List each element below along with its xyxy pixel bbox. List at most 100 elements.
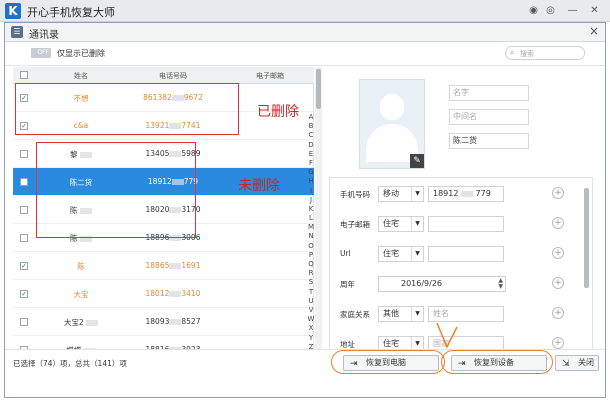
- show-deleted-toggle[interactable]: OFF: [31, 48, 51, 58]
- form-scrollbar[interactable]: [584, 188, 589, 288]
- url-type-select[interactable]: 住宅 ▼: [378, 246, 424, 262]
- url-field[interactable]: [428, 246, 504, 262]
- alphabet-index-letter[interactable]: O: [307, 242, 315, 251]
- email-type-select[interactable]: 住宅 ▼: [378, 216, 424, 232]
- list-scrollbar[interactable]: [315, 67, 322, 369]
- dialog-title: 通讯录: [29, 30, 59, 41]
- row-checkbox[interactable]: ✓: [20, 290, 28, 298]
- middle-name-field[interactable]: 中间名: [449, 109, 529, 125]
- first-name-field[interactable]: 名字: [449, 85, 529, 101]
- chevron-down-icon: ▼: [411, 187, 423, 201]
- date-spinner-icon[interactable]: ▲ ▼: [498, 278, 503, 290]
- alphabet-index-letter[interactable]: E: [307, 150, 315, 159]
- deleted-annotation-box: [15, 83, 239, 135]
- contact-phone: 18865 1691: [123, 261, 223, 270]
- toolbar: OFF 仅显示已删除 ⌕ 搜索: [5, 42, 605, 66]
- alphabet-index-letter[interactable]: P: [307, 251, 315, 260]
- add-email-icon[interactable]: +: [552, 217, 564, 229]
- deleted-annotation-label: 已删除: [257, 104, 299, 120]
- row-checkbox[interactable]: [20, 178, 28, 186]
- add-anniversary-icon[interactable]: +: [552, 277, 564, 289]
- family-name-field[interactable]: 姓名: [428, 306, 504, 322]
- contact-name: 大宝2: [43, 317, 119, 328]
- alphabet-index-letter[interactable]: I: [307, 187, 315, 196]
- phone-value: 18912: [433, 189, 459, 198]
- anniversary-date-field[interactable]: 2016/9/26 ▲ ▼: [378, 276, 506, 292]
- address-type-value: 住宅: [383, 339, 399, 348]
- close-button[interactable]: ⇲ 关闭: [555, 355, 599, 371]
- alphabet-index-letter[interactable]: K: [307, 205, 315, 214]
- highlight-connector: [436, 323, 458, 349]
- phone-type-select[interactable]: 移动 ▼: [378, 186, 424, 202]
- app-title: 开心手机恢复大师: [27, 6, 115, 19]
- alphabet-index-letter[interactable]: D: [307, 141, 315, 150]
- dialog-close-icon[interactable]: ×: [589, 24, 599, 38]
- phone-field[interactable]: 18912 779: [428, 186, 504, 202]
- family-type-select[interactable]: 其他 ▼: [378, 306, 424, 322]
- row-checkbox[interactable]: [20, 318, 28, 326]
- search-icon: ⌕: [510, 48, 515, 57]
- table-row[interactable]: 大宝2 18093 8527: [13, 308, 314, 336]
- alphabet-index-letter[interactable]: W: [307, 315, 315, 324]
- app-titlebar: K 开心手机恢复大师 ◉ ◎ — ✕: [0, 0, 610, 22]
- close-window-icon[interactable]: ✕: [588, 4, 601, 17]
- alphabet-index-letter[interactable]: Q: [307, 260, 315, 269]
- alphabet-index-letter[interactable]: L: [307, 214, 315, 223]
- show-deleted-label: 仅显示已删除: [57, 49, 105, 58]
- alphabet-index-letter[interactable]: R: [307, 269, 315, 278]
- phone-label: 手机号码: [340, 190, 370, 199]
- last-name-field[interactable]: 陈二货: [449, 133, 529, 149]
- add-phone-icon[interactable]: +: [552, 187, 564, 199]
- alphabet-index-letter[interactable]: T: [307, 288, 315, 297]
- column-header-name[interactable]: 姓名: [43, 71, 119, 81]
- select-all-checkbox[interactable]: [20, 71, 28, 79]
- row-checkbox[interactable]: [20, 234, 28, 242]
- alphabet-index-letter[interactable]: V: [307, 306, 315, 315]
- column-header-email[interactable]: 电子邮箱: [226, 71, 314, 81]
- contact-name-text: 大宝2: [63, 318, 84, 327]
- row-checkbox[interactable]: ✓: [20, 262, 28, 270]
- column-header-phone[interactable]: 电话号码: [123, 71, 223, 81]
- phone-prefix: 18012: [145, 289, 170, 298]
- minimize-icon[interactable]: —: [566, 4, 579, 17]
- redacted-digits: [169, 263, 182, 269]
- alphabet-index-letter[interactable]: F: [307, 159, 315, 168]
- row-checkbox[interactable]: [20, 206, 28, 214]
- dialog-header: ☰ 通讯录 ×: [5, 23, 605, 42]
- alphabet-index-letter[interactable]: U: [307, 297, 315, 306]
- search-input[interactable]: ⌕ 搜索: [505, 46, 585, 60]
- alphabet-index-letter[interactable]: X: [307, 324, 315, 333]
- alphabet-index-letter[interactable]: Y: [307, 334, 315, 343]
- family-type-value: 其他: [383, 309, 399, 318]
- alphabet-index-letter[interactable]: G: [307, 168, 315, 177]
- email-row: 电子邮箱 住宅 ▼ +: [330, 214, 592, 234]
- alphabet-index-letter[interactable]: M: [307, 223, 315, 232]
- exit-icon: ⇲: [562, 359, 570, 369]
- not-deleted-annotation-box: [36, 142, 196, 238]
- edit-avatar-icon[interactable]: ✎: [410, 154, 424, 168]
- anniversary-row: 周年 2016/9/26 ▲ ▼ +: [330, 274, 592, 294]
- table-row[interactable]: ✓ 陈 18865 1691: [13, 252, 314, 280]
- scrollbar-thumb[interactable]: [316, 69, 321, 109]
- alphabet-index-letter[interactable]: A: [307, 113, 315, 122]
- phone-suffix: 3410: [181, 289, 201, 298]
- add-address-icon[interactable]: +: [552, 337, 564, 349]
- table-row[interactable]: ✓ 大宝 18012 3410: [13, 280, 314, 308]
- alphabet-index-letter[interactable]: B: [307, 122, 315, 131]
- alphabet-index-letter[interactable]: C: [307, 131, 315, 140]
- phone-prefix: 18093: [145, 317, 170, 326]
- alphabet-index-letter[interactable]: N: [307, 232, 315, 241]
- url-row: Url 住宅 ▼ +: [330, 244, 592, 264]
- chevron-down-icon: ▼: [411, 307, 423, 321]
- email-field[interactable]: [428, 216, 504, 232]
- alphabet-index-letter[interactable]: S: [307, 278, 315, 287]
- restore-device-highlight: [441, 350, 553, 374]
- email-label: 电子邮箱: [340, 220, 370, 229]
- alphabet-index-letter[interactable]: J: [307, 196, 315, 205]
- alphabet-index-letter[interactable]: H: [307, 177, 315, 186]
- add-family-icon[interactable]: +: [552, 307, 564, 319]
- wechat-icon[interactable]: ◉: [527, 4, 540, 17]
- feedback-icon[interactable]: ◎: [544, 4, 557, 17]
- row-checkbox[interactable]: [20, 150, 28, 158]
- add-url-icon[interactable]: +: [552, 247, 564, 259]
